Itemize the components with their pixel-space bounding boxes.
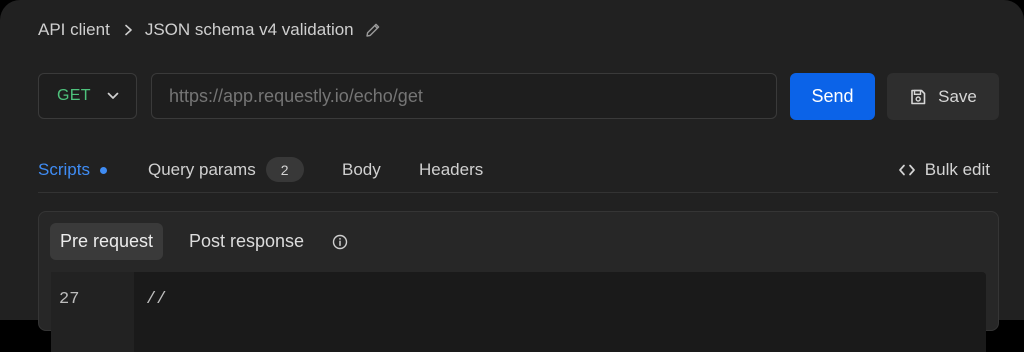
tab-query-params[interactable]: Query params 2 (148, 157, 304, 182)
modified-dot (99, 166, 107, 174)
breadcrumb-current: JSON schema v4 validation (144, 20, 354, 39)
info-icon[interactable] (332, 234, 348, 250)
chevron-down-icon (107, 92, 119, 100)
tab-body[interactable]: Body (342, 160, 381, 180)
code-editor[interactable]: 27 // (51, 272, 986, 352)
code-brackets-icon (898, 163, 916, 177)
tab-label: Headers (419, 160, 484, 179)
request-tabs: Scripts Query params 2 Body Headers Bulk… (38, 150, 998, 193)
tab-label: Scripts (38, 160, 90, 179)
scripts-panel: Pre request Post response 27 // (38, 211, 999, 352)
breadcrumb-root[interactable]: API client (38, 20, 110, 40)
subtab-post-response[interactable]: Post response (189, 223, 304, 260)
subtab-label: Pre request (60, 231, 154, 251)
method-select[interactable]: GET (38, 73, 137, 119)
save-label: Save (938, 86, 977, 106)
tab-label: Body (342, 160, 381, 179)
tab-scripts[interactable]: Scripts (38, 160, 107, 180)
breadcrumb: API client JSON schema v4 validation (38, 17, 382, 43)
line-number-gutter: 27 (51, 272, 134, 352)
tab-label: Query params (148, 159, 256, 179)
code-line: // (146, 290, 167, 309)
subtab-label: Post response (189, 231, 305, 251)
url-input[interactable] (151, 73, 777, 119)
api-client-window: API client JSON schema v4 validation GET… (0, 0, 1024, 352)
line-number: 27 (59, 290, 80, 309)
send-button[interactable]: Send (790, 73, 875, 120)
tab-headers[interactable]: Headers (419, 160, 483, 180)
floppy-disk-icon (909, 88, 927, 106)
save-button[interactable]: Save (887, 73, 999, 120)
subtab-pre-request[interactable]: Pre request (50, 223, 164, 260)
bulk-edit-button[interactable]: Bulk edit (898, 160, 990, 180)
bulk-edit-label: Bulk edit (924, 160, 990, 179)
method-label: GET (57, 87, 91, 104)
count-badge: 2 (265, 157, 304, 182)
pencil-icon[interactable] (364, 21, 382, 39)
chevron-right-icon (124, 24, 133, 36)
